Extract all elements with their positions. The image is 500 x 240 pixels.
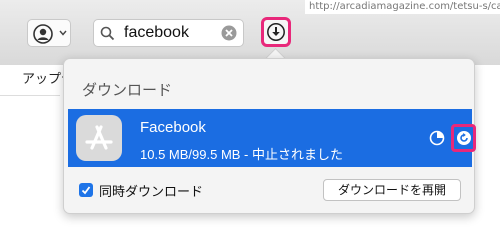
progress-ring-icon xyxy=(429,130,445,146)
downloads-popover: ダウンロード Facebook 10.5 MB/99.5 MB - 中止されまし… xyxy=(63,58,476,214)
download-item-name: Facebook xyxy=(140,119,206,136)
search-input[interactable]: facebook xyxy=(124,24,189,42)
account-button[interactable] xyxy=(27,19,71,47)
checkmark-icon xyxy=(81,186,91,195)
search-icon xyxy=(100,26,115,41)
app-store-icon xyxy=(76,115,122,161)
search-field[interactable]: facebook xyxy=(93,19,244,47)
refresh-icon xyxy=(457,131,471,145)
download-arrow-icon xyxy=(267,23,285,41)
resume-downloads-button[interactable]: ダウンロードを再開 xyxy=(323,179,461,201)
chevron-down-icon xyxy=(59,30,67,36)
url-text: http://arcadiamagazine.com/tetsu-s/cal.i… xyxy=(305,0,500,14)
clear-search-icon[interactable] xyxy=(221,25,237,41)
simultaneous-downloads-checkbox[interactable] xyxy=(79,183,93,197)
download-item-row[interactable]: Facebook 10.5 MB/99.5 MB - 中止されました xyxy=(68,109,476,167)
resume-download-button[interactable] xyxy=(451,124,476,152)
person-circle-icon xyxy=(33,24,53,44)
popover-title: ダウンロード xyxy=(82,82,173,99)
toolbar: http://arcadiamagazine.com/tetsu-s/cal.i… xyxy=(0,0,500,65)
download-item-status: 10.5 MB/99.5 MB - 中止されました xyxy=(140,147,343,162)
downloads-button[interactable] xyxy=(261,17,291,47)
divider xyxy=(0,95,60,96)
simultaneous-downloads-label: 同時ダウンロード xyxy=(99,184,204,199)
